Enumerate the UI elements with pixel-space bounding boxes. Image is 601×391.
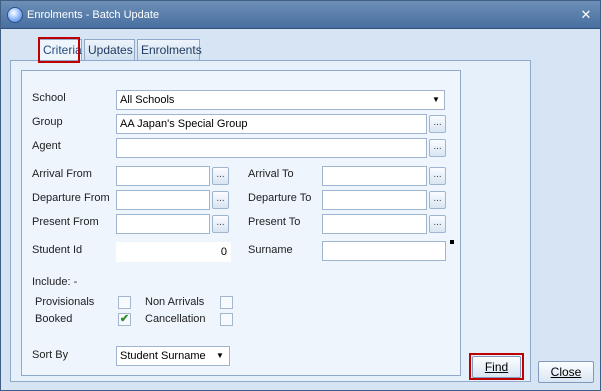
group-field[interactable]: AA Japan's Special Group (116, 114, 427, 134)
window-title: Enrolments - Batch Update (27, 9, 160, 21)
departure-from-field[interactable] (116, 190, 210, 210)
student-id-label: Student Id (32, 244, 83, 256)
school-select[interactable]: All Schools (116, 90, 445, 110)
cancellation-label: Cancellation (145, 313, 206, 325)
agent-lookup-button[interactable]: ... (429, 139, 446, 157)
include-label: Include: - (32, 276, 78, 288)
close-button[interactable]: Close (538, 361, 594, 383)
arrival-from-field[interactable] (116, 166, 210, 186)
arrival-to-field[interactable] (322, 166, 427, 186)
close-window-icon[interactable]: ✕ (579, 8, 593, 22)
arrival-to-calendar-button[interactable]: ... (429, 167, 446, 185)
grip-dot (450, 240, 454, 244)
student-id-field[interactable]: 0 (116, 242, 231, 262)
surname-field[interactable] (322, 241, 446, 261)
present-from-field[interactable] (116, 214, 210, 234)
find-button-highlight (469, 353, 524, 380)
school-dropdown-icon[interactable]: ▼ (428, 91, 444, 109)
present-from-calendar-button[interactable]: ... (212, 215, 229, 233)
cancellation-checkbox[interactable] (220, 313, 233, 326)
app-globe-icon (7, 7, 23, 23)
arrival-from-label: Arrival From (32, 168, 92, 180)
sort-by-dropdown-icon[interactable]: ▼ (212, 347, 228, 365)
booked-checkbox[interactable]: ✔ (118, 313, 131, 326)
tab-enrolments[interactable]: Enrolments (137, 39, 202, 60)
provisionals-checkbox[interactable] (118, 296, 131, 309)
school-label: School (32, 92, 66, 104)
departure-to-calendar-button[interactable]: ... (429, 191, 446, 209)
present-to-label: Present To (248, 216, 301, 228)
departure-to-label: Departure To (248, 192, 312, 204)
departure-from-calendar-button[interactable]: ... (212, 191, 229, 209)
agent-label: Agent (32, 140, 61, 152)
present-from-label: Present From (32, 216, 99, 228)
surname-label: Surname (248, 244, 293, 256)
provisionals-label: Provisionals (35, 296, 95, 308)
title-bar: Enrolments - Batch Update ✕ (1, 1, 600, 29)
booked-label: Booked (35, 313, 73, 325)
arrival-to-label: Arrival To (248, 168, 294, 180)
criteria-tab-highlight (38, 37, 80, 63)
present-to-calendar-button[interactable]: ... (429, 215, 446, 233)
group-lookup-button[interactable]: ... (429, 115, 446, 133)
close-button-label: Close (550, 365, 582, 379)
sort-by-label: Sort By (32, 349, 69, 361)
non-arrivals-checkbox[interactable] (220, 296, 233, 309)
group-label: Group (32, 116, 63, 128)
agent-field[interactable] (116, 138, 427, 158)
departure-to-field[interactable] (322, 190, 427, 210)
departure-from-label: Departure From (32, 192, 110, 204)
batch-update-window: Enrolments - Batch Update ✕ Criteria Upd… (0, 0, 601, 391)
present-to-field[interactable] (322, 214, 427, 234)
non-arrivals-label: Non Arrivals (145, 296, 205, 308)
tab-updates[interactable]: Updates (84, 39, 135, 60)
arrival-from-calendar-button[interactable]: ... (212, 167, 229, 185)
